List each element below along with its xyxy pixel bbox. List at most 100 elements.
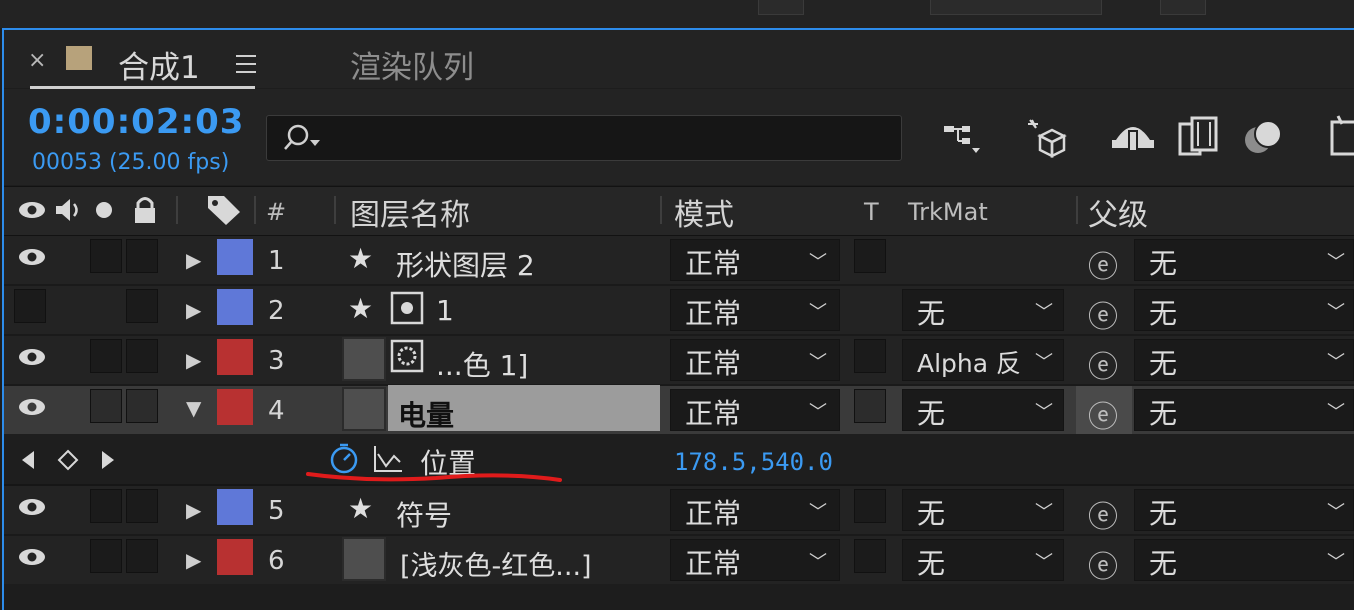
keyframe-navigator[interactable] — [18, 448, 128, 472]
current-time-display[interactable]: 0:00:02:03 — [28, 102, 244, 142]
lock-switch[interactable] — [126, 339, 158, 373]
preserve-transparency-switch[interactable] — [854, 539, 886, 573]
eye-switch-off[interactable] — [14, 289, 46, 323]
shape-star-icon: ★ — [348, 242, 374, 275]
chevron-down-icon: ﹀ — [809, 302, 827, 323]
pick-whip-icon[interactable]: ⓔ — [1088, 342, 1118, 386]
preserve-transparency-switch[interactable] — [854, 389, 886, 423]
video-visibility-icon[interactable] — [16, 194, 48, 226]
layer-name[interactable]: 1 — [436, 294, 454, 327]
eye-icon[interactable] — [16, 244, 48, 270]
property-value[interactable]: 178.5,540.0 — [674, 448, 833, 476]
label-color-swatch[interactable] — [217, 389, 253, 425]
layer-name[interactable]: 电量 — [398, 394, 454, 434]
solo-switch[interactable] — [90, 489, 122, 523]
layer-name[interactable]: 符号 — [396, 494, 452, 534]
layer-name[interactable]: [浅灰色-红色...] — [400, 544, 592, 583]
parent-value: 无 — [1149, 547, 1178, 580]
preserve-transparency-switch[interactable] — [854, 239, 886, 273]
draft-3d-icon[interactable] — [1022, 112, 1072, 162]
label-color-swatch[interactable] — [217, 489, 253, 525]
label-color-swatch[interactable] — [217, 239, 253, 275]
layer-number: 1 — [268, 246, 285, 276]
blend-mode-value: 正常 — [685, 247, 742, 280]
solo-icon[interactable] — [96, 202, 112, 218]
chevron-down-icon: ﹀ — [1327, 402, 1345, 423]
track-matte-dropdown[interactable]: 无 ﹀ — [902, 489, 1064, 531]
preserve-transparency-switch[interactable] — [854, 339, 886, 373]
lock-icon[interactable] — [130, 194, 160, 226]
expand-triangle-icon[interactable]: ▶ — [186, 248, 201, 272]
search-icon — [284, 124, 320, 150]
column-layer-name-header[interactable]: 图层名称 — [350, 190, 470, 234]
pick-whip-icon[interactable]: ⓔ — [1088, 392, 1118, 436]
label-tag-icon[interactable] — [206, 194, 242, 226]
pick-whip-icon[interactable]: ⓔ — [1088, 292, 1118, 336]
previous-panel-strip — [0, 0, 1354, 28]
collapse-triangle-icon[interactable]: ▼ — [186, 396, 201, 420]
pick-whip-icon[interactable]: ⓔ — [1088, 542, 1118, 586]
layer-number: 2 — [268, 296, 285, 326]
audio-icon[interactable] — [52, 194, 84, 226]
chevron-down-icon: ﹀ — [1327, 352, 1345, 373]
expand-triangle-icon[interactable]: ▶ — [186, 498, 201, 522]
tab-render-queue[interactable]: 渲染队列 — [350, 42, 474, 87]
parent-value: 无 — [1149, 347, 1178, 380]
parent-dropdown[interactable]: 无 ﹀ — [1134, 289, 1354, 331]
solo-switch[interactable] — [90, 239, 122, 273]
flowchart-icon[interactable] — [940, 112, 990, 162]
blend-mode-dropdown[interactable]: 正常 ﹀ — [670, 339, 840, 381]
layer-name[interactable]: ...色 1] — [436, 344, 528, 384]
frame-blending-icon[interactable] — [1174, 112, 1224, 162]
eye-icon[interactable] — [16, 494, 48, 520]
eye-icon[interactable] — [16, 394, 48, 420]
layer-search-input[interactable] — [266, 115, 902, 161]
preserve-transparency-switch[interactable] — [854, 489, 886, 523]
parent-dropdown[interactable]: 无 ﹀ — [1134, 239, 1354, 281]
shy-layers-icon[interactable] — [1240, 112, 1290, 162]
label-color-swatch[interactable] — [217, 289, 253, 325]
lock-switch[interactable] — [126, 539, 158, 573]
layer-number: 5 — [268, 496, 285, 526]
track-matte-dropdown[interactable]: 无 ﹀ — [902, 389, 1064, 431]
close-tab-icon[interactable]: × — [28, 48, 46, 73]
label-color-swatch[interactable] — [217, 539, 253, 575]
panel-menu-icon[interactable] — [236, 55, 256, 79]
pick-whip-icon[interactable]: ⓔ — [1088, 242, 1118, 286]
solo-switch[interactable] — [90, 539, 122, 573]
parent-dropdown[interactable]: 无 ﹀ — [1134, 489, 1354, 531]
lock-switch[interactable] — [126, 289, 158, 323]
track-matte-dropdown[interactable]: Alpha 反 ﹀ — [902, 339, 1064, 381]
layer-name[interactable]: 形状图层 2 — [396, 244, 535, 284]
column-trkmat-header: TrkMat — [908, 198, 988, 226]
column-separator — [334, 196, 336, 224]
tab-composition[interactable]: 合成1 — [118, 42, 200, 87]
parent-dropdown[interactable]: 无 ﹀ — [1134, 339, 1354, 381]
parent-dropdown[interactable]: 无 ﹀ — [1134, 539, 1354, 581]
blend-mode-dropdown[interactable]: 正常 ﹀ — [670, 289, 840, 331]
expand-triangle-icon[interactable]: ▶ — [186, 348, 201, 372]
blend-mode-dropdown[interactable]: 正常 ﹀ — [670, 539, 840, 581]
column-parent-header: 父级 — [1088, 198, 1148, 233]
eye-icon[interactable] — [16, 544, 48, 570]
previous-keyframe-icon — [22, 451, 34, 469]
label-color-swatch[interactable] — [217, 339, 253, 375]
pick-whip-icon[interactable]: ⓔ — [1088, 492, 1118, 536]
track-matte-dropdown[interactable]: 无 ﹀ — [902, 289, 1064, 331]
lock-switch[interactable] — [126, 389, 158, 423]
parent-dropdown[interactable]: 无 ﹀ — [1134, 389, 1354, 431]
eye-icon[interactable] — [16, 344, 48, 370]
expand-triangle-icon[interactable]: ▶ — [186, 548, 201, 572]
motion-blur-icon[interactable] — [1108, 112, 1158, 162]
blend-mode-dropdown[interactable]: 正常 ﹀ — [670, 489, 840, 531]
blend-mode-dropdown[interactable]: 正常 ﹀ — [670, 239, 840, 281]
graph-editor-icon[interactable] — [1318, 112, 1354, 162]
track-matte-dropdown[interactable]: 无 ﹀ — [902, 539, 1064, 581]
solo-switch[interactable] — [90, 339, 122, 373]
blend-mode-dropdown[interactable]: 正常 ﹀ — [670, 389, 840, 431]
solo-switch[interactable] — [90, 389, 122, 423]
layer-thumbnail — [342, 387, 386, 431]
lock-switch[interactable] — [126, 489, 158, 523]
lock-switch[interactable] — [126, 239, 158, 273]
expand-triangle-icon[interactable]: ▶ — [186, 298, 201, 322]
